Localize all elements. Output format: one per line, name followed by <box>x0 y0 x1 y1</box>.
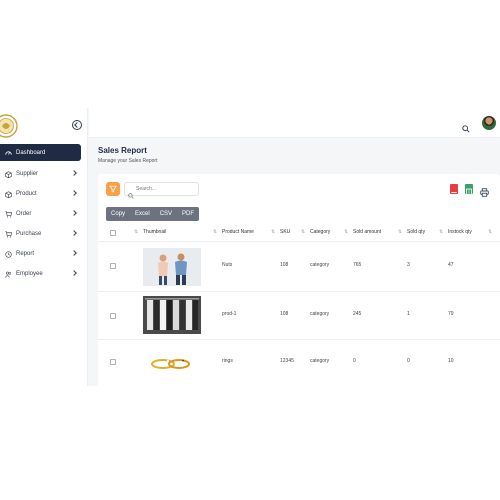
instock-qty: 10 <box>448 358 454 364</box>
chevron-right-icon <box>71 170 77 176</box>
printer-icon[interactable] <box>480 184 489 193</box>
search-icon <box>128 186 134 192</box>
column-header[interactable]: Product Name <box>222 229 254 235</box>
sidebar-item-purchase[interactable]: Purchase <box>0 224 88 244</box>
sku: 108 <box>280 262 288 268</box>
row-checkbox[interactable] <box>110 313 116 319</box>
sidebar-item-order[interactable]: Order <box>0 204 88 224</box>
excel-export-icon[interactable] <box>465 184 473 194</box>
column-header[interactable]: SKU <box>280 229 290 235</box>
column-header[interactable]: Thumbnail <box>143 229 166 235</box>
sidebar-item-label: Report <box>16 251 34 257</box>
column-header[interactable]: Sold amount <box>353 229 381 235</box>
sidebar-item-product[interactable]: Product <box>0 184 88 204</box>
report-card: Copy Excel CSV PDF ⇅ Thumbnail ⇅ Product… <box>98 174 500 386</box>
column-header[interactable]: Category <box>310 229 330 235</box>
sidebar-item-label: Dashboard <box>16 150 45 156</box>
csv-button[interactable]: CSV <box>155 207 177 221</box>
sidebar-item-report[interactable]: Report <box>0 244 88 264</box>
category: category <box>310 262 329 268</box>
sort-icon[interactable]: ⇅ <box>271 229 275 235</box>
table-row: prod-1 108 category 245 1 79 <box>98 292 500 340</box>
chevron-right-icon <box>71 270 77 276</box>
category: category <box>310 358 329 364</box>
product-thumbnail[interactable] <box>143 350 201 376</box>
sold-qty: 1 <box>407 311 410 317</box>
sidebar-item-employee[interactable]: Employee <box>0 264 88 284</box>
table-row: rings 12345 category 0 0 10 <box>98 340 500 386</box>
select-all-checkbox[interactable] <box>110 230 116 236</box>
product-name: Nuts <box>222 262 232 268</box>
filter-icon <box>109 185 117 193</box>
sidebar-item-label: Product <box>16 191 37 197</box>
app-frame: Dashboard Supplier Product Or <box>0 108 500 386</box>
table-row: Nuts 108 category 765 3 47 <box>98 242 500 292</box>
sort-icon[interactable]: ⇅ <box>134 229 138 235</box>
product-name: prod-1 <box>222 311 236 317</box>
box-icon <box>4 190 12 198</box>
sort-icon[interactable]: ⇅ <box>439 229 443 235</box>
box-icon <box>4 170 12 178</box>
instock-qty: 47 <box>448 262 454 268</box>
search-input[interactable] <box>124 182 199 196</box>
sold-amount: 765 <box>353 262 361 268</box>
product-thumbnail[interactable] <box>143 296 201 334</box>
sidebar: Dashboard Supplier Product Or <box>0 108 88 386</box>
sidebar-item-label: Purchase <box>16 231 41 237</box>
category: category <box>310 311 329 317</box>
page-subtitle: Manage your Sales Report <box>98 158 157 164</box>
cart-icon <box>4 210 12 218</box>
search-icon[interactable] <box>462 120 470 128</box>
chevron-right-icon <box>71 230 77 236</box>
cart-icon <box>4 230 12 238</box>
chevron-right-icon <box>71 250 77 256</box>
top-header <box>89 108 500 138</box>
sku: 12345 <box>280 358 294 364</box>
sort-icon[interactable]: ⇅ <box>398 229 402 235</box>
dashboard-icon <box>4 149 12 157</box>
sold-qty: 3 <box>407 262 410 268</box>
sold-qty: 0 <box>407 358 410 364</box>
clock-icon <box>4 250 12 258</box>
row-checkbox[interactable] <box>110 263 116 269</box>
users-icon <box>4 270 12 278</box>
product-thumbnail[interactable] <box>143 248 201 286</box>
sales-table: ⇅ Thumbnail ⇅ Product Name ⇅ SKU ⇅ Categ… <box>98 224 500 386</box>
sidebar-item-dashboard[interactable]: Dashboard <box>0 144 81 161</box>
page-title: Sales Report <box>98 146 147 155</box>
copy-button[interactable]: Copy <box>106 207 130 221</box>
excel-button[interactable]: Excel <box>130 207 155 221</box>
sidebar-item-label: Employee <box>16 271 43 277</box>
sidebar-item-supplier[interactable]: Supplier <box>0 164 88 184</box>
sku: 108 <box>280 311 288 317</box>
sidebar-nav: Dashboard Supplier Product Or <box>0 144 88 284</box>
sold-amount: 0 <box>353 358 356 364</box>
export-button-group: Copy Excel CSV PDF <box>106 207 199 221</box>
row-checkbox[interactable] <box>110 359 116 365</box>
sort-icon[interactable]: ⇅ <box>344 229 348 235</box>
filter-button[interactable] <box>106 182 120 196</box>
column-header[interactable]: Instock qty <box>448 229 472 235</box>
sold-amount: 245 <box>353 311 361 317</box>
sort-icon[interactable]: ⇅ <box>488 229 492 235</box>
sort-icon[interactable]: ⇅ <box>213 229 217 235</box>
product-name: rings <box>222 358 233 364</box>
chevron-right-icon <box>71 190 77 196</box>
pdf-export-icon[interactable] <box>450 184 458 194</box>
brand-logo <box>0 112 20 140</box>
sidebar-collapse-button[interactable] <box>72 120 82 130</box>
instock-qty: 79 <box>448 311 454 317</box>
avatar[interactable] <box>482 116 496 130</box>
chevron-right-icon <box>71 210 77 216</box>
sort-icon[interactable]: ⇅ <box>301 229 305 235</box>
sidebar-item-label: Order <box>16 211 31 217</box>
column-header[interactable]: Sold qty <box>407 229 425 235</box>
table-header: ⇅ Thumbnail ⇅ Product Name ⇅ SKU ⇅ Categ… <box>98 224 500 242</box>
sidebar-item-label: Supplier <box>16 171 38 177</box>
pdf-button[interactable]: PDF <box>177 207 199 221</box>
